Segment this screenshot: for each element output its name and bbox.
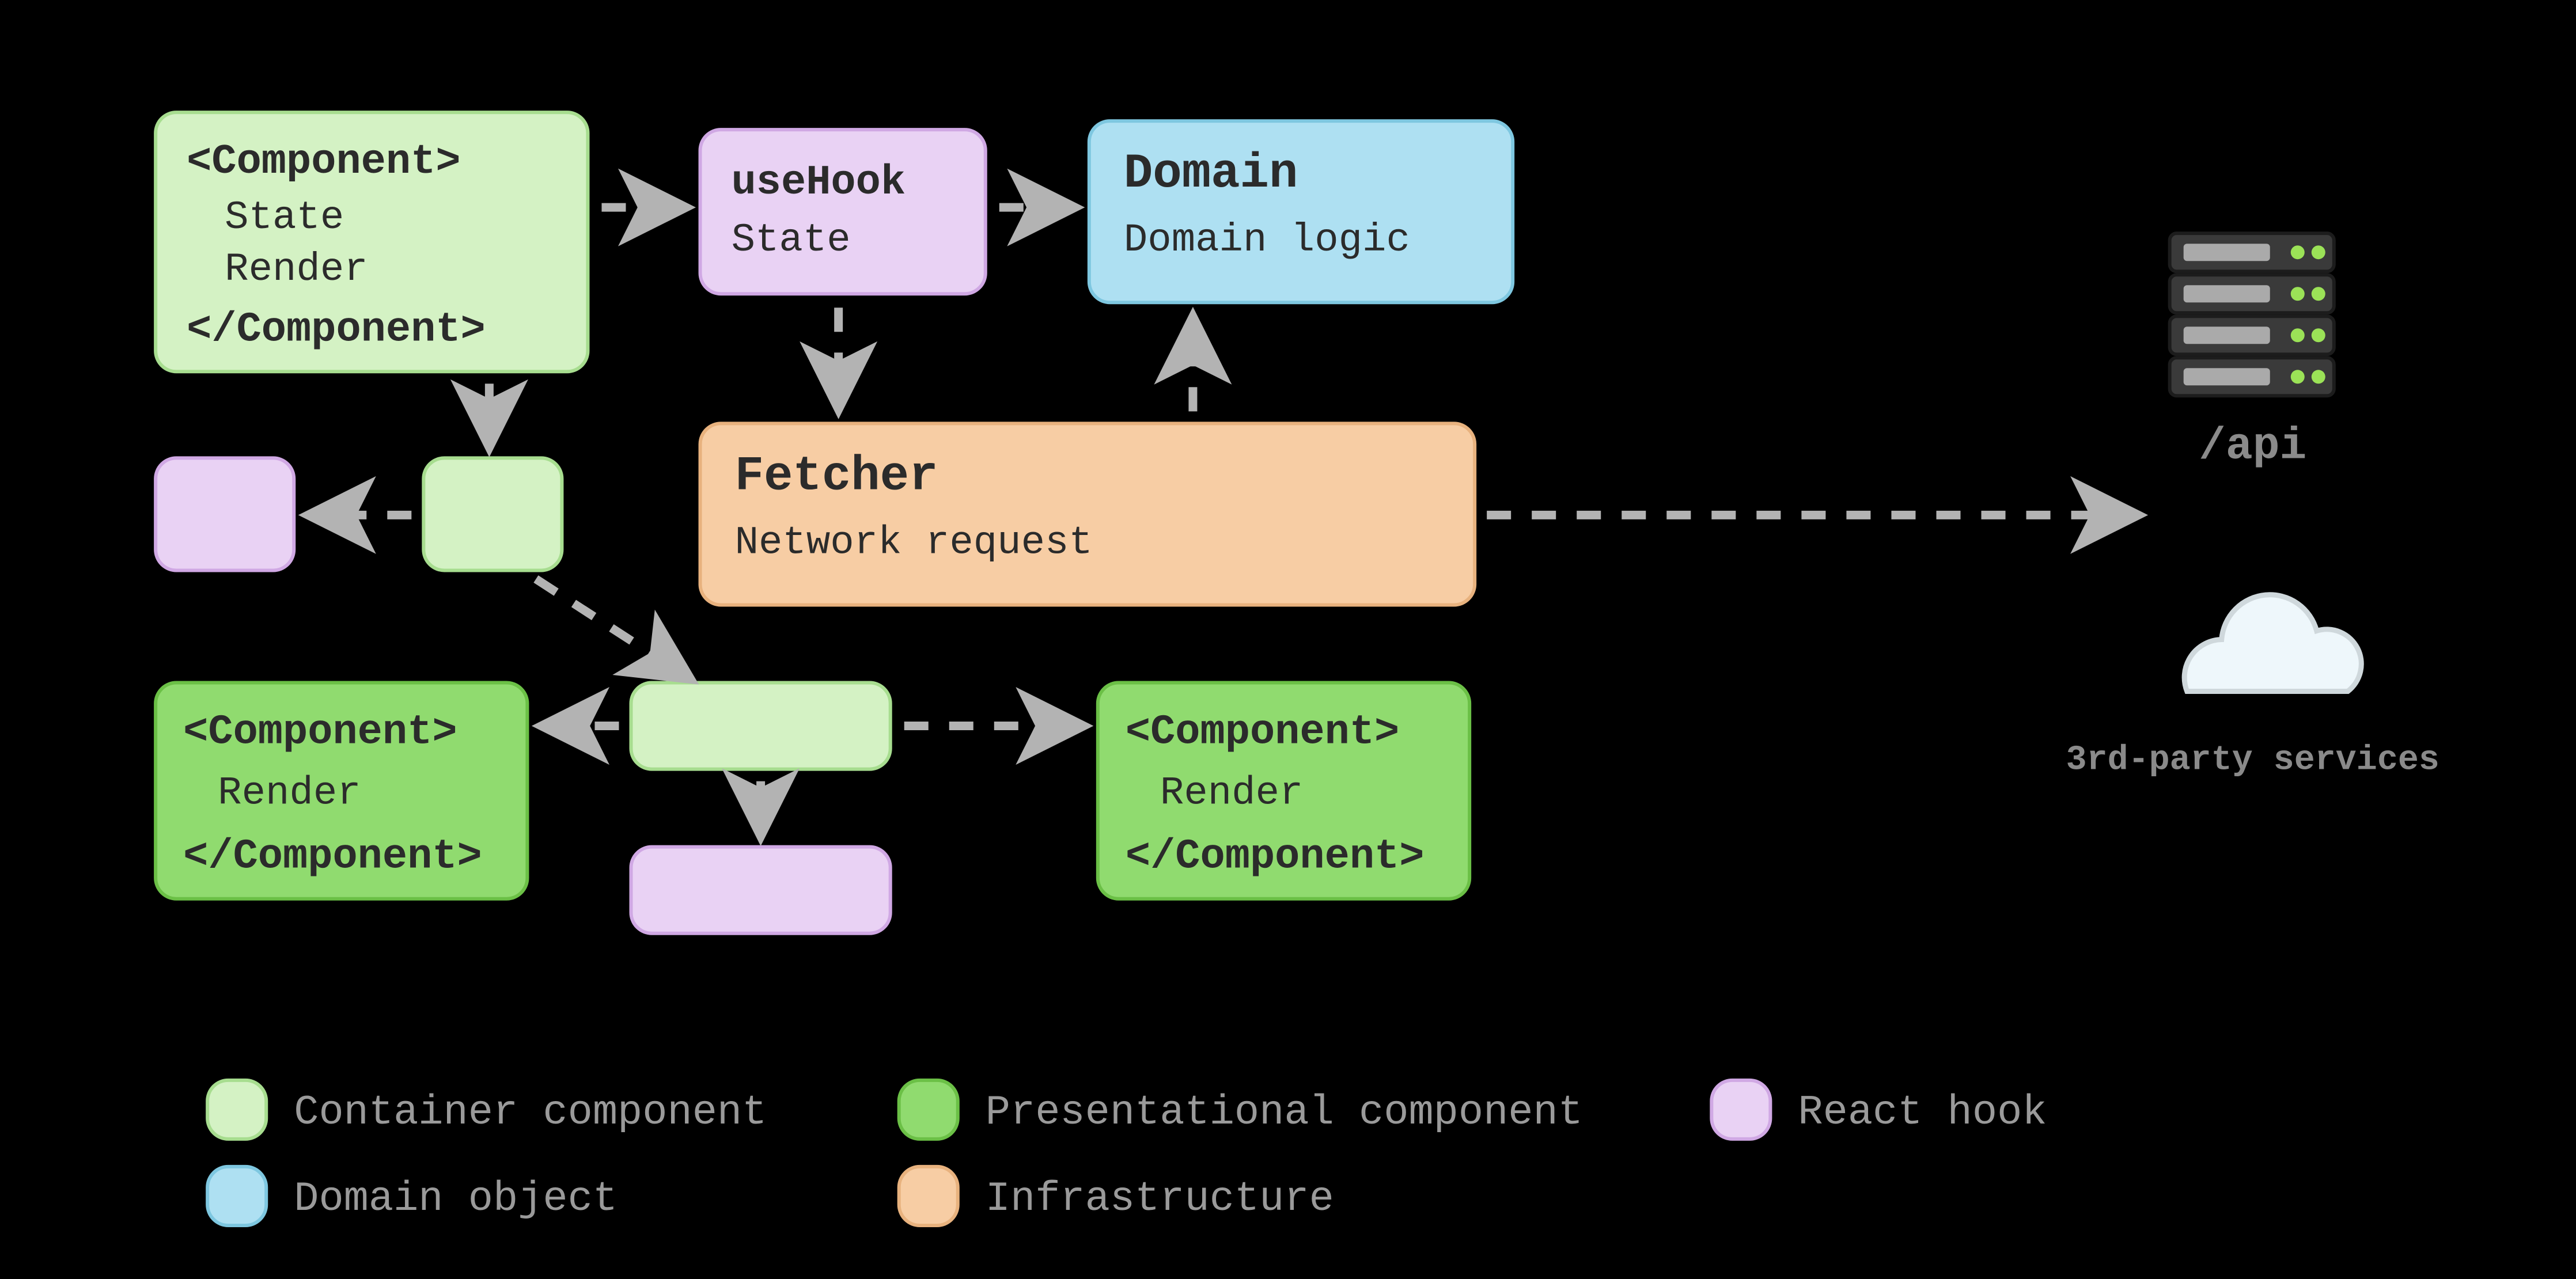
svg-text:useHook: useHook [732, 159, 906, 206]
svg-text:Render: Render [1160, 771, 1304, 816]
svg-text:State: State [225, 195, 344, 240]
legend-domain: Domain object [294, 1175, 618, 1223]
api-label: /api [2199, 421, 2306, 472]
node-container-small-1 [423, 458, 562, 570]
arrow-a-to-b [536, 579, 688, 677]
node-hook-small-left [156, 458, 294, 570]
svg-text:</Component>: </Component> [1126, 833, 1425, 881]
svg-text:<Component>: <Component> [183, 709, 457, 756]
node-hook-small-mid [631, 847, 890, 933]
node-container-small-2 [631, 683, 890, 769]
node-usehook: useHook State [700, 130, 986, 294]
svg-text:<Component>: <Component> [1126, 709, 1399, 756]
legend-infra: Infrastructure [986, 1175, 1334, 1223]
legend-hook: React hook [1798, 1089, 2047, 1136]
node-presentational-right: <Component> Render </Component> [1098, 683, 1469, 899]
architecture-diagram: <Component> State Render </Component> us… [0, 0, 2576, 1279]
node-domain: Domain Domain logic [1089, 121, 1513, 302]
server-icon [2170, 233, 2334, 396]
svg-text:Render: Render [218, 771, 361, 816]
svg-text:</Component>: </Component> [183, 833, 482, 881]
svg-text:State: State [732, 218, 851, 263]
svg-text:Domain logic: Domain logic [1124, 218, 1410, 263]
svg-text:<Component>: <Component> [187, 138, 460, 185]
node-presentational-left: <Component> Render </Component> [156, 683, 527, 899]
third-party-label: 3rd-party services [2066, 741, 2439, 780]
node-container-main: <Component> State Render </Component> [156, 112, 588, 371]
svg-text:Network request: Network request [735, 520, 1093, 565]
legend-container: Container component [294, 1089, 767, 1136]
cloud-icon [2184, 595, 2361, 692]
svg-text:Domain: Domain [1124, 147, 1298, 202]
svg-text:</Component>: </Component> [187, 306, 486, 353]
svg-text:Fetcher: Fetcher [735, 449, 938, 504]
legend-presentational: Presentational component [986, 1089, 1583, 1136]
node-fetcher: Fetcher Network request [700, 423, 1475, 605]
legend: Container component Presentational compo… [207, 1080, 2047, 1225]
svg-text:Render: Render [225, 247, 368, 292]
